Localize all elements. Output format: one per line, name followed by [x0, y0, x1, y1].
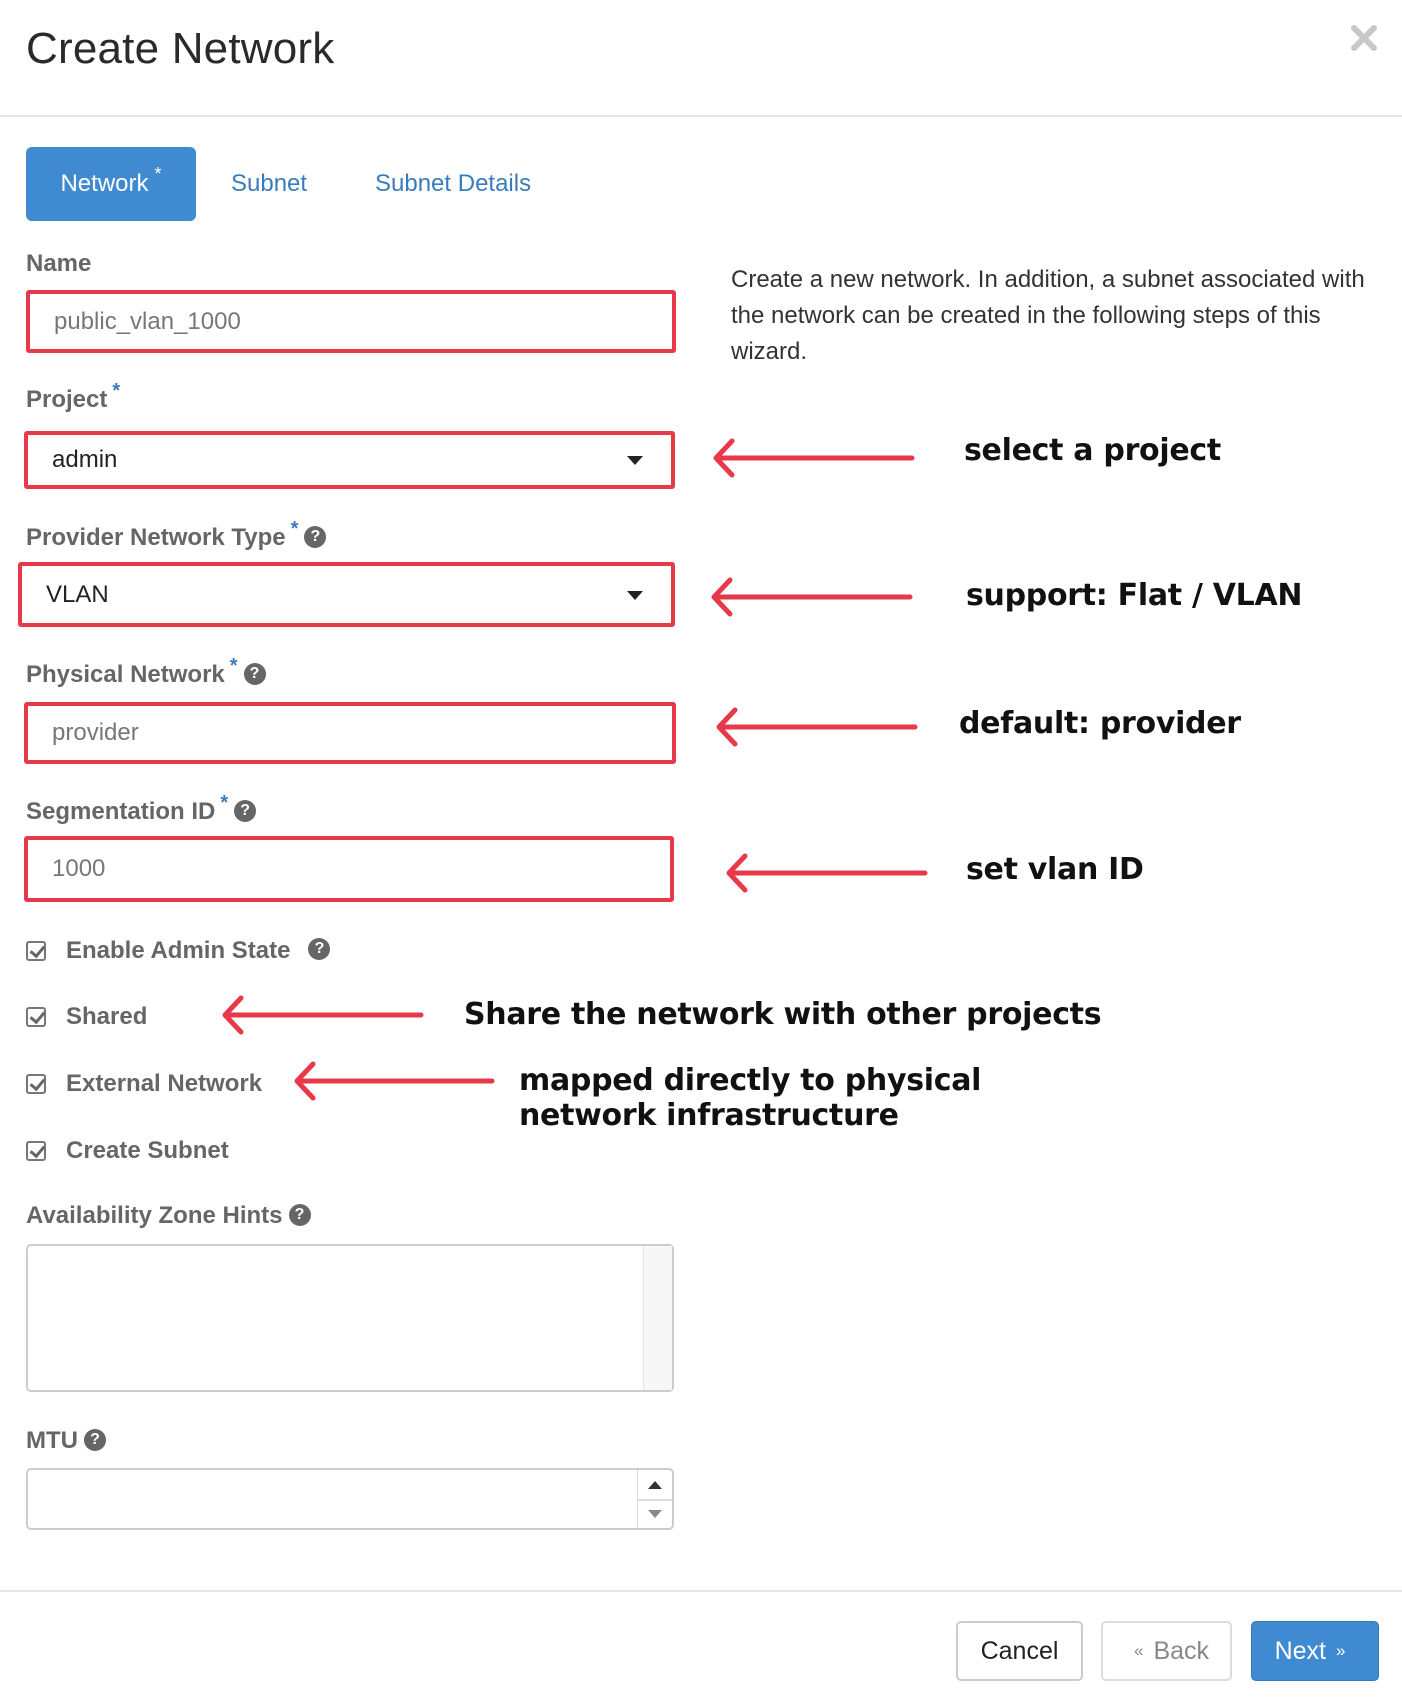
annotation-external-line1: mapped directly to physical [519, 1063, 982, 1098]
annotation-project: select a project [964, 433, 1221, 468]
annotation-physical-network: default: provider [959, 706, 1241, 741]
annotation-shared: Share the network with other projects [464, 997, 1102, 1032]
annotation-arrows [222, 438, 928, 1101]
annotation-provider-network-type: support: Flat / VLAN [966, 578, 1303, 613]
annotation-segmentation-id: set vlan ID [966, 852, 1144, 887]
arrow-left-icon [711, 577, 913, 617]
arrow-left-icon [716, 707, 918, 747]
arrow-left-icon [726, 853, 928, 893]
arrow-left-icon [294, 1061, 495, 1101]
arrow-left-icon [222, 995, 424, 1035]
annotation-external-line2: network infrastructure [519, 1098, 899, 1133]
arrow-left-icon [713, 438, 915, 478]
